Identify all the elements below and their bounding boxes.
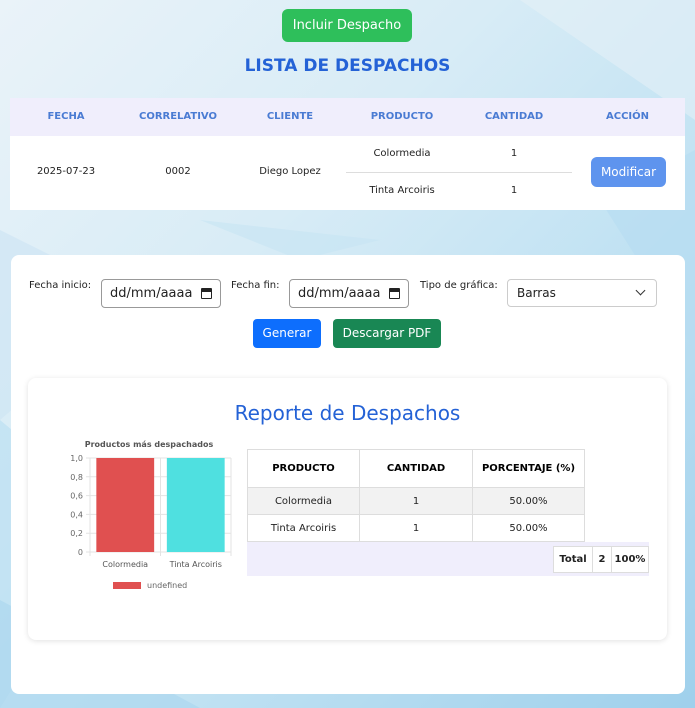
fecha-inicio-label: Fecha inicio: xyxy=(29,280,92,291)
row-producto-2: Tinta Arcoiris xyxy=(369,185,435,196)
y-tick-label: 1,0 xyxy=(70,454,83,463)
row-producto-1: Colormedia xyxy=(373,148,431,159)
total-row: Total 2 100% xyxy=(247,542,649,576)
table-row: Tinta Arcoiris 1 50.00% xyxy=(247,514,585,542)
x-tick-label: Colormedia xyxy=(102,560,148,569)
chart-title: Productos más despachados xyxy=(85,440,214,449)
y-tick-label: 0,2 xyxy=(70,529,83,538)
product-divider xyxy=(346,172,572,173)
tipo-grafica-value: Barras xyxy=(517,286,556,300)
calendar-icon[interactable] xyxy=(389,288,400,299)
header-producto: PRODUCTO xyxy=(370,111,434,122)
row-cantidad-1: 1 xyxy=(510,148,518,159)
row-correlativo: 0002 xyxy=(165,166,191,177)
legend-label: undefined xyxy=(147,581,187,590)
bar xyxy=(166,458,225,552)
header-accion: ACCIÓN xyxy=(605,111,649,122)
tipo-grafica-label: Tipo de gráfica: xyxy=(420,280,498,291)
x-tick-label: Tinta Arcoiris xyxy=(169,560,222,569)
incluir-despacho-button[interactable]: Incluir Despacho xyxy=(282,9,412,42)
y-tick-label: 0,6 xyxy=(70,492,83,501)
table-header: FECHA CORRELATIVO CLIENTE PRODUCTO CANTI… xyxy=(10,98,685,136)
list-title: LISTA DE DESPACHOS xyxy=(244,56,451,76)
rt-porcentaje: 50.00% xyxy=(472,514,585,542)
descargar-pdf-button[interactable]: Descargar PDF xyxy=(333,319,441,348)
header-cantidad: CANTIDAD xyxy=(484,111,544,122)
table-row: Colormedia 1 50.00% xyxy=(247,487,585,515)
header-correlativo: CORRELATIVO xyxy=(138,111,217,122)
y-tick-label: 0,4 xyxy=(70,510,83,519)
header-fecha: FECHA xyxy=(47,111,85,122)
bar xyxy=(96,458,155,552)
report-title: Reporte de Despachos xyxy=(234,401,461,425)
total-cantidad: 2 xyxy=(592,546,612,573)
report-card: Reporte de Despachos Productos más despa… xyxy=(28,378,667,640)
legend-swatch xyxy=(113,582,141,589)
modificar-button[interactable]: Modificar xyxy=(591,157,666,187)
chevron-down-icon xyxy=(635,285,646,296)
bar-chart: Productos más despachados 0 0,2 0,4 0,6 0,8 1,… xyxy=(70,440,232,590)
fecha-inicio-value: dd/mm/aaaa xyxy=(110,286,193,301)
y-tick-label: 0,8 xyxy=(70,473,83,482)
rt-producto: Tinta Arcoiris xyxy=(247,514,360,542)
rt-cantidad: 1 xyxy=(359,514,473,542)
row-cantidad-2: 1 xyxy=(510,185,518,196)
rt-porcentaje: 50.00% xyxy=(472,487,585,515)
fecha-fin-label: Fecha fin: xyxy=(231,280,280,291)
header-cliente: CLIENTE xyxy=(266,111,314,122)
total-porcentaje: 100% xyxy=(611,546,649,573)
fecha-fin-input[interactable]: dd/mm/aaaa xyxy=(289,279,409,308)
rt-header-cantidad: CANTIDAD xyxy=(359,449,473,488)
rt-header-producto: PRODUCTO xyxy=(247,449,360,488)
row-fecha: 2025-07-23 xyxy=(36,166,96,177)
tipo-grafica-select[interactable]: Barras xyxy=(507,279,657,307)
generar-button[interactable]: Generar xyxy=(253,319,321,348)
y-tick-label: 0 xyxy=(78,548,83,557)
fecha-inicio-input[interactable]: dd/mm/aaaa xyxy=(101,279,221,308)
report-panel: Fecha inicio: dd/mm/aaaa Fecha fin: dd/m… xyxy=(11,255,685,694)
row-cliente: Diego Lopez xyxy=(259,166,321,177)
report-table: PRODUCTO CANTIDAD PORCENTAJE (%) Colorme… xyxy=(247,449,585,542)
rt-header-porcentaje: PORCENTAJE (%) xyxy=(472,449,585,488)
rt-cantidad: 1 xyxy=(359,487,473,515)
despachos-table: FECHA CORRELATIVO CLIENTE PRODUCTO CANTI… xyxy=(10,98,685,210)
rt-producto: Colormedia xyxy=(247,487,360,515)
total-label: Total xyxy=(553,546,593,573)
calendar-icon[interactable] xyxy=(201,288,212,299)
fecha-fin-value: dd/mm/aaaa xyxy=(298,286,381,301)
